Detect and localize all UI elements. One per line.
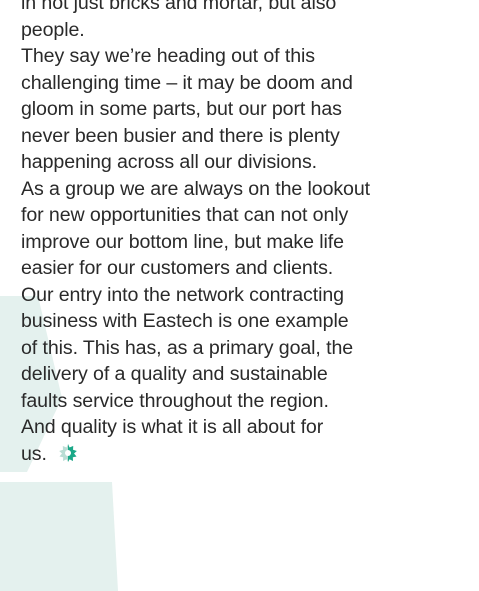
article-line: Our entry into the network contracting [21,283,344,306]
article-line: delivery of a quality and sustainable [21,363,328,385]
article-line: And quality is what it is all about for [21,416,324,438]
article-line: easier for our customers and clients. [21,257,334,279]
article-line: faults service throughout the region. [21,389,329,412]
article-line: for new opportunities that can not only [21,204,349,226]
article-line: in not just bricks and mortar, but also [21,0,337,14]
article-line: us. [21,442,47,465]
article-line: As a group we are always on the lookout [21,177,370,200]
gear-icon [58,443,78,463]
article-line: people. [21,18,85,41]
article-line: of this. This has, as a primary goal, th… [21,336,354,359]
article-line: business with Eastech is one example [21,310,349,332]
article-line: They say we’re heading out of this [21,45,315,67]
article-body: in not just bricks and mortar, but also … [21,0,471,467]
article-line: challenging time – it may be doom and [21,71,353,94]
article-last-line: us. [21,441,471,468]
article-line: never been busier and there is plenty [21,124,340,147]
article-line: happening across all our divisions. [21,151,318,173]
article-line: gloom in some parts, but our port has [21,98,342,120]
article-line: improve our bottom line, but make life [21,230,344,253]
